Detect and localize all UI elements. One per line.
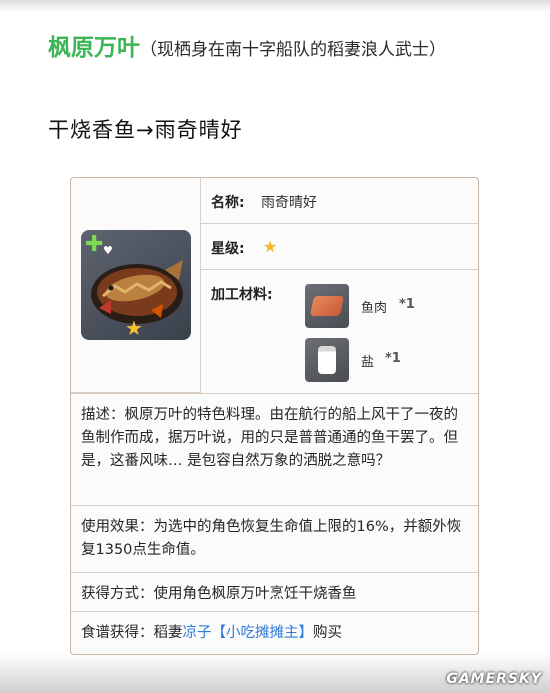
rarity-row: 星级: ★ (201, 224, 478, 270)
name-row: 名称: 雨奇晴好 (201, 178, 478, 224)
material-name: 鱼肉 (361, 301, 388, 316)
recipe-prefix: 食谱获得：稻妻 (81, 625, 183, 641)
dish-conversion: 干烧香鱼→雨奇晴好 (48, 118, 243, 142)
name-value: 雨奇晴好 (261, 195, 317, 211)
dish-image: ✚ ♥ ★ (81, 230, 191, 340)
material-qty: *1 (399, 297, 415, 312)
materials-row: 加工材料: 鱼肉 *1 盐 *1 (201, 270, 478, 393)
obtain-section: 获得方式：使用角色枫原万叶烹饪干烧香鱼 (71, 572, 478, 611)
recipe-suffix: 购买 (313, 625, 342, 641)
salt-icon (305, 338, 349, 382)
material-item: 盐 *1 (305, 338, 465, 382)
character-name: 枫原万叶 (48, 35, 140, 61)
recipe-section: 食谱获得：稻妻凉子【小吃摊摊主】购买 (71, 611, 478, 654)
fish-meat-icon (305, 284, 349, 328)
food-info-card: ✚ ♥ ★ 名称: 雨奇晴好 星级: ★ 加工材料: 鱼肉 *1 盐 *1 描述… (70, 177, 479, 655)
gamersky-watermark: GAMERSKY (446, 671, 542, 687)
top-shadow (0, 0, 550, 12)
rarity-label: 星级: (211, 241, 245, 257)
character-note: （现栖身在南十字船队的稻妻浪人武士） (140, 40, 446, 60)
description-section: 描述：枫原万叶的特色料理。由在航行的船上风干了一夜的鱼制作而成，据万叶说，用的只… (71, 393, 478, 505)
add-plus-icon: ✚ (85, 232, 104, 257)
material-name: 盐 (361, 355, 375, 370)
intro-text: 枫原万叶（现栖身在南十字船队的稻妻浪人武士） (48, 30, 518, 68)
heart-icon: ♥ (103, 244, 113, 257)
character-line: 枫原万叶（现栖身在南十字船队的稻妻浪人武士） (48, 30, 518, 68)
dish-image-cell: ✚ ♥ ★ (71, 178, 201, 393)
star-icon: ★ (263, 237, 278, 256)
name-label: 名称: (211, 195, 245, 211)
materials-label: 加工材料: (211, 287, 273, 303)
material-qty: *1 (385, 351, 401, 366)
recipe-vendor-link[interactable]: 凉子【小吃摊摊主】 (183, 625, 314, 641)
rarity-star-icon: ★ (125, 316, 143, 340)
effect-section: 使用效果：为选中的角色恢复生命值上限的16%，并额外恢复1350点生命值。 (71, 505, 478, 572)
material-item: 鱼肉 *1 (305, 284, 465, 328)
